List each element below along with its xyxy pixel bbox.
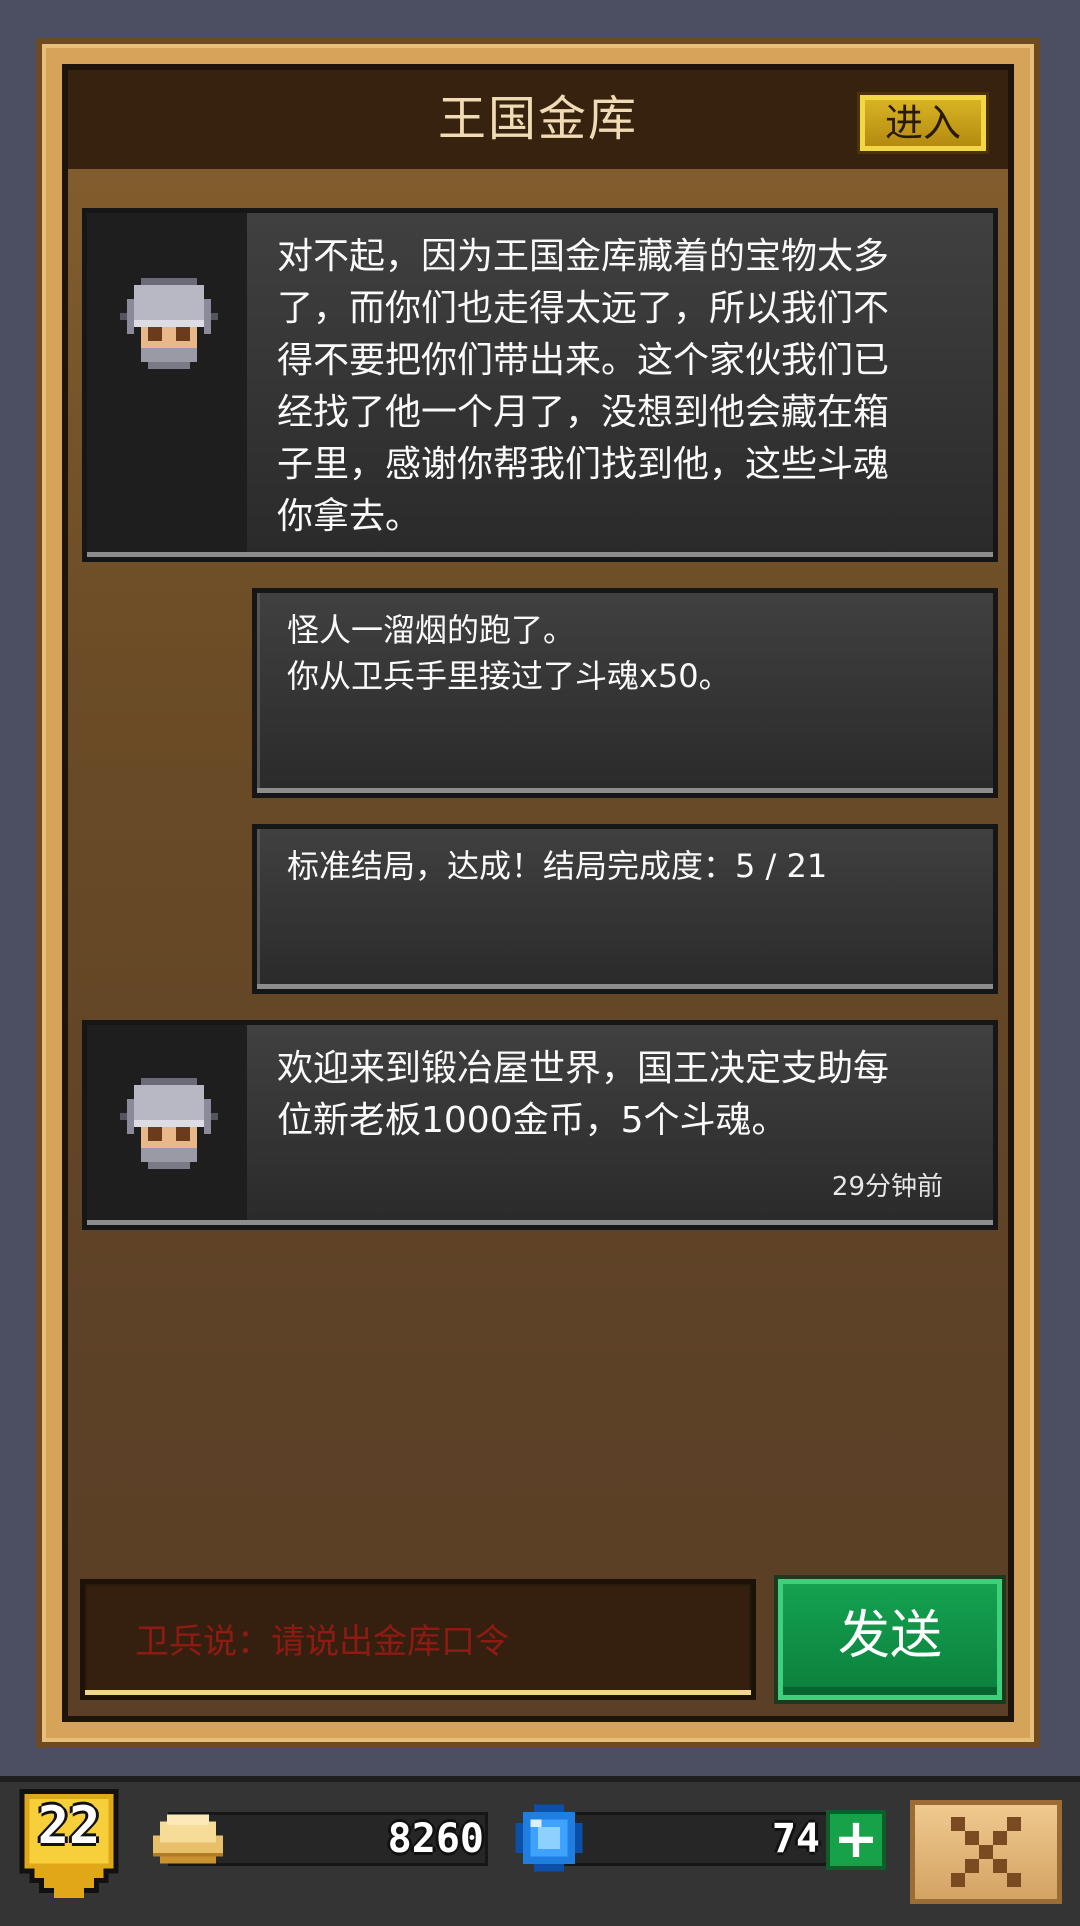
plus-icon: + (833, 1807, 879, 1870)
close-icon (951, 1817, 1021, 1887)
coin-stack-icon (153, 1814, 223, 1864)
npc-message-2: 欢迎来到锻冶屋世界，国王决定支助每 位新老板1000金币，5个斗魂。 29分钟前 (82, 1020, 998, 1230)
level-number: 22 (37, 1796, 101, 1856)
blue-gem-icon (515, 1804, 583, 1872)
message-text: 标准结局，达成！结局完成度：5 / 21 (287, 847, 828, 885)
input-placeholder: 卫兵说：请说出金库口令 (135, 1622, 509, 1662)
gem-amount: 74 (771, 1816, 820, 1862)
knight-helmet-icon (120, 1078, 218, 1169)
message-text: 对不起，因为王国金库藏着的宝物太多 了，而你们也走得太远了，所以我们不 得不要把… (277, 236, 890, 537)
add-gems-button[interactable]: + (826, 1810, 886, 1870)
npc-message-1: 对不起，因为王国金库藏着的宝物太多 了，而你们也走得太远了，所以我们不 得不要把… (82, 208, 998, 562)
send-button[interactable]: 发送 (778, 1579, 1002, 1700)
avatar-column (87, 213, 247, 552)
message-text: 欢迎来到锻冶屋世界，国王决定支助每 位新老板1000金币，5个斗魂。 (277, 1048, 890, 1141)
system-message-1: 怪人一溜烟的跑了。 你从卫兵手里接过了斗魂x50。 (252, 588, 998, 798)
message-timestamp: 29分钟前 (831, 1172, 943, 1202)
title-bar: 王国金库 进入 (68, 70, 1008, 169)
close-button[interactable] (910, 1800, 1062, 1904)
avatar-column (87, 1025, 247, 1220)
password-input[interactable]: 卫兵说：请说出金库口令 (80, 1579, 756, 1700)
knight-helmet-icon (120, 278, 218, 369)
gold-amount: 8260 (387, 1816, 484, 1862)
enter-button[interactable]: 进入 (860, 95, 986, 151)
system-message-2: 标准结局，达成！结局完成度：5 / 21 (252, 824, 998, 994)
message-text: 怪人一溜烟的跑了。 你从卫兵手里接过了斗魂x50。 (287, 611, 731, 695)
